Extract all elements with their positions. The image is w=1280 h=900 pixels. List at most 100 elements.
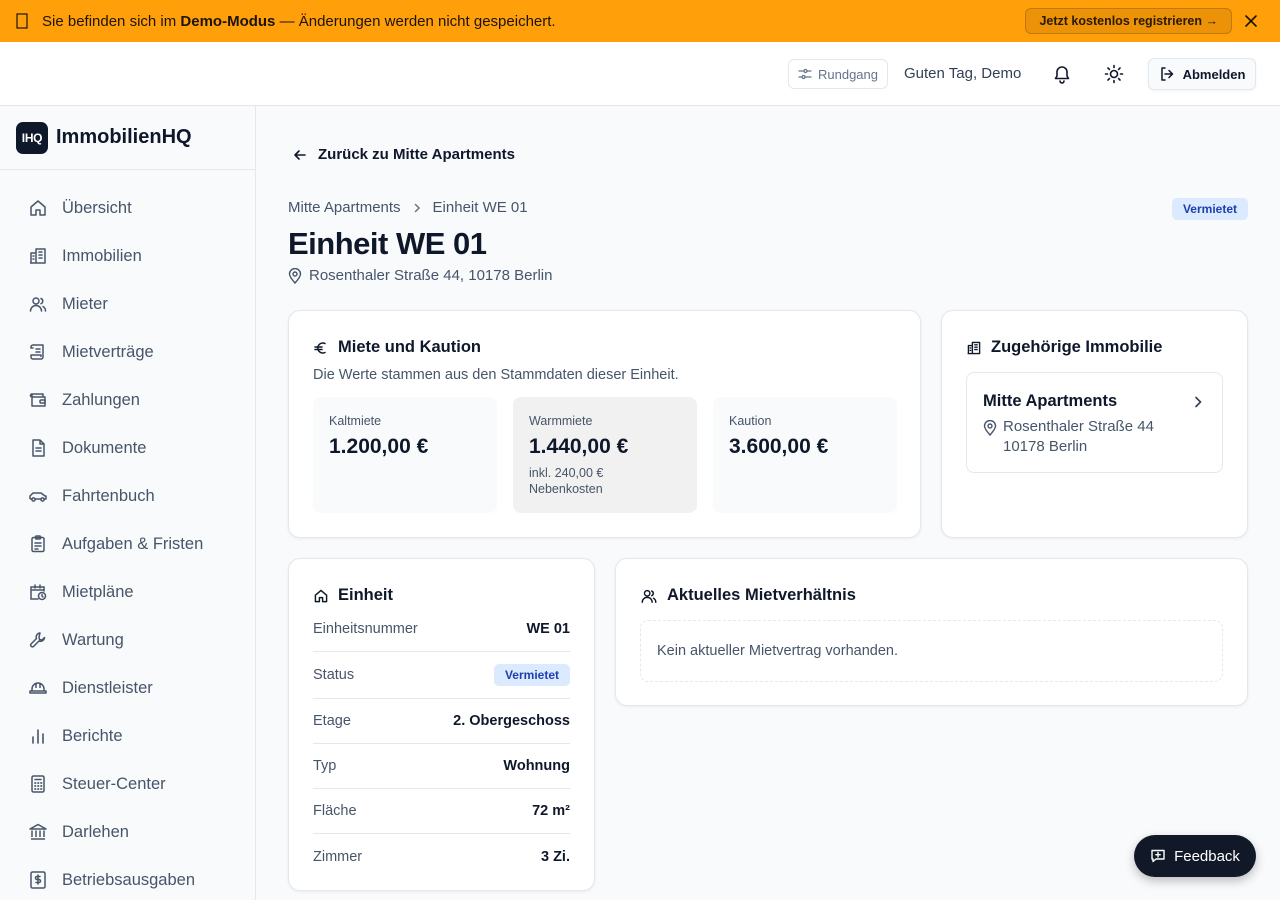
bar-chart-icon <box>28 726 48 746</box>
clipboard-icon <box>28 534 48 554</box>
wrench-icon <box>28 630 48 650</box>
euro-icon <box>313 340 329 356</box>
receipt-icon <box>28 870 48 890</box>
users-icon <box>28 294 48 314</box>
property-card-title: Zugehörige Immobilie <box>966 338 1162 357</box>
page-title: Einheit WE 01 <box>288 226 487 261</box>
sidebar: IHQ ImmobilienHQ Übersicht Immobilien Mi… <box>0 106 256 900</box>
breadcrumb: Mitte Apartments Einheit WE 01 <box>288 199 528 216</box>
chevron-right-icon <box>411 202 423 214</box>
message-plus-icon <box>1150 848 1166 864</box>
scroll-icon <box>28 342 48 362</box>
property-link[interactable]: Mitte Apartments Rosenthaler Straße 44 1… <box>966 372 1223 473</box>
arrow-left-icon <box>292 147 308 163</box>
sidebar-item-dienstleister[interactable]: Dienstleister <box>0 664 255 712</box>
logo: IHQ <box>16 121 48 154</box>
back-link[interactable]: Zurück zu Mitte Apartments <box>292 146 515 163</box>
sidebar-item-wartung[interactable]: Wartung <box>0 616 255 664</box>
sidebar-item-label: Aufgaben & Fristen <box>62 534 204 553</box>
sliders-icon <box>798 67 812 81</box>
register-button[interactable]: Jetzt kostenlos registrieren → <box>1025 8 1232 34</box>
detail-row: Status Vermietet <box>313 652 570 699</box>
close-icon[interactable] <box>1242 12 1260 30</box>
sidebar-item-label: Darlehen <box>62 822 129 841</box>
sidebar-nav: Übersicht Immobilien Mieter Mietverträge… <box>0 170 255 900</box>
sidebar-item-label: Betriebsausgaben <box>62 870 196 889</box>
map-pin-icon <box>288 267 302 284</box>
tour-label: Rundgang <box>818 66 878 82</box>
rent-card-title: Miete und Kaution <box>313 338 481 357</box>
sidebar-item-label: Berichte <box>62 726 123 745</box>
sidebar-item-aufgaben[interactable]: Aufgaben & Fristen <box>0 520 255 568</box>
sidebar-item-dokumente[interactable]: Dokumente <box>0 424 255 472</box>
unit-details: Einheitsnummer WE 01 Status Vermietet Et… <box>313 607 570 879</box>
sidebar-item-label: Zahlungen <box>62 390 140 409</box>
tenancy-card: Aktuelles Mietverhältnis Kein aktueller … <box>615 558 1248 706</box>
sidebar-item-label: Mietpläne <box>62 582 134 601</box>
tile-kaltmiete: Kaltmiete 1.200,00 € <box>313 397 497 513</box>
hard-hat-icon <box>28 678 48 698</box>
sidebar-item-uebersicht[interactable]: Übersicht <box>0 184 255 232</box>
demo-message: Sie befinden sich im Demo-Modus — Änderu… <box>42 12 556 30</box>
sidebar-item-mietplaene[interactable]: Mietpläne <box>0 568 255 616</box>
wallet-icon <box>28 390 48 410</box>
sun-icon[interactable] <box>1104 64 1124 84</box>
unit-card-title: Einheit <box>313 586 393 605</box>
sidebar-item-zahlungen[interactable]: Zahlungen <box>0 376 255 424</box>
calendar-clock-icon <box>28 582 48 602</box>
sidebar-item-mieter[interactable]: Mieter <box>0 280 255 328</box>
document-icon <box>28 438 48 458</box>
tile-warmmiete: Warmmiete 1.440,00 € inkl. 240,00 € Nebe… <box>513 397 697 513</box>
sidebar-item-fahrtenbuch[interactable]: Fahrtenbuch <box>0 472 255 520</box>
demo-banner: Sie befinden sich im Demo-Modus — Änderu… <box>0 0 1280 42</box>
main-content: Zurück zu Mitte Apartments Mitte Apartme… <box>256 106 1280 900</box>
detail-row: Zimmer 3 Zi. <box>313 848 570 865</box>
property-card: Zugehörige Immobilie Mitte Apartments Ro… <box>941 310 1248 538</box>
feedback-label: Feedback <box>1174 847 1240 865</box>
breadcrumb-item-property[interactable]: Mitte Apartments <box>288 199 401 216</box>
property-street: Rosenthaler Straße 44 <box>1003 418 1154 435</box>
map-pin-icon <box>983 420 997 436</box>
address-text: Rosenthaler Straße 44, 10178 Berlin <box>309 267 553 284</box>
top-header: Rundgang Guten Tag, Demo Abmelden <box>0 42 1280 106</box>
sidebar-item-label: Dokumente <box>62 438 147 457</box>
sidebar-item-immobilien[interactable]: Immobilien <box>0 232 255 280</box>
detail-row: Typ Wohnung <box>313 744 570 789</box>
back-label: Zurück zu Mitte Apartments <box>318 146 515 163</box>
chevron-right-icon <box>1192 395 1204 409</box>
sidebar-item-mietvertraege[interactable]: Mietverträge <box>0 328 255 376</box>
rent-card: Miete und Kaution Die Werte stammen aus … <box>288 310 921 538</box>
brand-name: ImmobilienHQ <box>56 126 192 148</box>
sidebar-item-steuer-center[interactable]: Steuer-Center <box>0 760 255 808</box>
empty-tenancy-message: Kein aktueller Mietvertrag vorhanden. <box>640 620 1223 682</box>
brand[interactable]: IHQ ImmobilienHQ <box>0 106 255 170</box>
rent-card-subtitle: Die Werte stammen aus den Stammdaten die… <box>313 367 679 383</box>
calculator-icon <box>28 774 48 794</box>
feedback-button[interactable]: Feedback <box>1134 835 1256 877</box>
logout-label: Abmelden <box>1182 66 1246 82</box>
logout-button[interactable]: Abmelden <box>1148 58 1256 90</box>
building-icon <box>966 340 982 356</box>
bell-icon[interactable] <box>1052 64 1072 84</box>
logout-icon <box>1159 66 1175 82</box>
bank-icon <box>28 822 48 842</box>
sidebar-item-darlehen[interactable]: Darlehen <box>0 808 255 856</box>
home-icon <box>28 198 48 218</box>
status-badge: Vermietet <box>1171 198 1248 220</box>
sidebar-item-label: Mieter <box>62 294 108 313</box>
sidebar-item-label: Übersicht <box>62 198 132 217</box>
sidebar-item-label: Mietverträge <box>62 342 154 361</box>
tour-button[interactable]: Rundgang <box>788 59 888 89</box>
home-icon <box>313 588 329 604</box>
sidebar-item-berichte[interactable]: Berichte <box>0 712 255 760</box>
sidebar-item-betriebsausgaben[interactable]: Betriebsausgaben <box>0 856 255 900</box>
detail-row: Einheitsnummer WE 01 <box>313 607 570 652</box>
car-icon <box>28 486 48 506</box>
warning-icon <box>16 13 34 29</box>
detail-row: Etage 2. Obergeschoss <box>313 699 570 744</box>
detail-row: Fläche 72 m² <box>313 789 570 834</box>
sidebar-item-label: Immobilien <box>62 246 142 265</box>
sidebar-item-label: Dienstleister <box>62 678 153 697</box>
sidebar-item-label: Fahrtenbuch <box>62 486 155 505</box>
greeting: Guten Tag, Demo <box>904 65 1022 82</box>
